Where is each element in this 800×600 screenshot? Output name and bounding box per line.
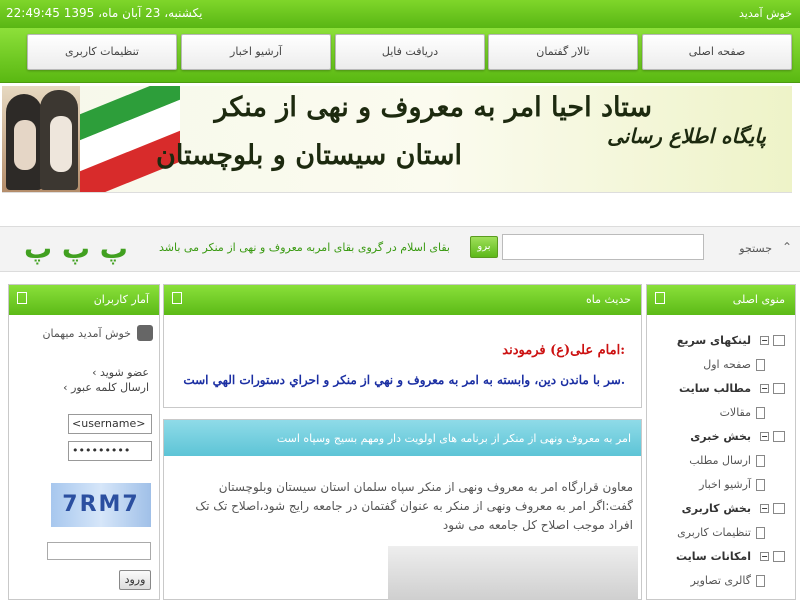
menu-item-gallery[interactable]: گالری تصاویر: [649, 569, 789, 593]
news-header[interactable]: امر به معروف ونهی از منکر از برنامه های …: [164, 420, 641, 456]
account-links: ‹ عضو شوید ‹ ارسال کلمه عبور: [63, 365, 149, 395]
captcha-image: 7RM7: [51, 483, 151, 527]
collapse-icon[interactable]: [17, 292, 27, 304]
banner-title: ستاد احیا امر به معروف و نهی از منکر: [214, 92, 652, 123]
folder-icon: [773, 431, 785, 442]
news-item: امر به معروف ونهی از منکر از برنامه های …: [163, 419, 642, 600]
nav-downloads-button[interactable]: دریافت فایل: [335, 34, 485, 70]
welcome-text: خوش آمدید: [739, 7, 792, 20]
page-icon: [756, 359, 765, 371]
menu-group-user[interactable]: − بخش کاربری: [649, 497, 789, 521]
menu-item-submit-post[interactable]: ارسال مطلب: [649, 449, 789, 473]
page-icon: [756, 407, 765, 419]
panel-header: منوی اصلی: [647, 285, 795, 315]
banner-subtitle: پایگاه اطلاع رسانی: [607, 124, 766, 148]
minus-icon[interactable]: −: [760, 552, 769, 561]
welcome-guest-text: خوش آمدید میهمان: [42, 327, 131, 340]
search-button[interactable]: برو: [470, 236, 498, 258]
hadith-panel: حدیث ماه امام علی(ع) فرمودند: سر با ماند…: [163, 284, 642, 408]
user-stats-panel: آمار کاربران خوش آمدید میهمان ‹ عضو شوید…: [8, 284, 160, 600]
minus-icon[interactable]: −: [760, 504, 769, 513]
minus-icon[interactable]: −: [760, 432, 769, 441]
menu-item-news-archive[interactable]: آرشیو اخبار: [649, 473, 789, 497]
collapse-icon[interactable]: [655, 292, 665, 304]
folder-icon: [773, 503, 785, 514]
scrolling-slogan: بقای اسلام در گروی بقای امربه معروف و نه…: [159, 241, 450, 254]
scroll-up-icon[interactable]: ⌃: [782, 240, 792, 254]
menu-item-user-settings[interactable]: تنظیمات کاربری: [649, 521, 789, 545]
main-navigation: صفحه اصلی تالار گفتمان دریافت فایل آرشیو…: [0, 28, 800, 83]
menu-group-site-content[interactable]: − مطالب سایت: [649, 377, 789, 401]
menu-tree: − لینکهای سریع صفحه اول − مطالب سایت مقالا…: [649, 329, 789, 593]
login-button[interactable]: ورود: [119, 570, 151, 590]
nav-home-button[interactable]: صفحه اصلی: [642, 34, 792, 70]
site-banner: ستاد احیا امر به معروف و نهی از منکر پای…: [2, 86, 792, 193]
register-link[interactable]: ‹ عضو شوید: [63, 365, 149, 380]
hadith-text: سر با ماندن دین، وابسته به امر به معروف …: [183, 373, 625, 387]
password-field[interactable]: •••••••••: [68, 441, 152, 461]
panel-title: منوی اصلی: [732, 293, 785, 306]
username-field[interactable]: <username>: [68, 414, 152, 434]
page-icon: [756, 479, 765, 491]
menu-item-home[interactable]: صفحه اول: [649, 353, 789, 377]
news-body: معاون قرارگاه امر به معروف ونهی از منکر …: [195, 480, 633, 532]
page-icon: [756, 527, 765, 539]
collapse-icon[interactable]: [172, 292, 182, 304]
search-bar: ⌃ جستجو برو بقای اسلام در گروی بقای امرب…: [0, 226, 800, 272]
search-input[interactable]: [502, 234, 704, 260]
menu-group-quick-links[interactable]: − لینکهای سریع: [649, 329, 789, 353]
minus-icon[interactable]: −: [760, 336, 769, 345]
banner-region: استان سیستان و بلوچستان: [155, 140, 462, 171]
menu-group-news[interactable]: − بخش خبری: [649, 425, 789, 449]
folder-icon: [773, 551, 785, 562]
panel-title: حدیث ماه: [586, 293, 631, 306]
forgot-password-link[interactable]: ‹ ارسال کلمه عبور: [63, 380, 149, 395]
main-menu-panel: منوی اصلی − لینکهای سریع صفحه اول − مطالب …: [646, 284, 796, 600]
folder-icon: [773, 383, 785, 394]
news-photo: [388, 546, 638, 600]
nav-user-settings-button[interactable]: تنظیمات کاربری: [27, 34, 177, 70]
peh-letters: پ پ پ: [24, 232, 128, 265]
panel-title: آمار کاربران: [93, 293, 149, 306]
panel-header: حدیث ماه: [164, 285, 641, 315]
datetime-text: 22:49:45 یکشنبه، 23 آبان ماه، 1395: [6, 6, 203, 20]
user-avatar-icon: [137, 325, 153, 341]
search-label: جستجو: [739, 242, 772, 255]
nav-news-archive-button[interactable]: آرشیو اخبار: [181, 34, 331, 70]
menu-group-features[interactable]: − امکانات سایت: [649, 545, 789, 569]
folder-icon: [773, 335, 785, 346]
menu-item-articles[interactable]: مقالات: [649, 401, 789, 425]
top-bar: خوش آمدید 22:49:45 یکشنبه، 23 آبان ماه، …: [0, 0, 800, 28]
panel-header: آمار کاربران: [9, 285, 159, 315]
banner-portraits: [2, 86, 80, 192]
page-icon: [756, 575, 765, 587]
news-headline[interactable]: امر به معروف ونهی از منکر از برنامه های …: [277, 432, 631, 445]
minus-icon[interactable]: −: [760, 384, 769, 393]
hadith-author: امام علی(ع) فرمودند:: [502, 343, 625, 358]
nav-forum-button[interactable]: تالار گفتمان: [488, 34, 638, 70]
page-icon: [756, 455, 765, 467]
captcha-input[interactable]: [47, 542, 151, 560]
